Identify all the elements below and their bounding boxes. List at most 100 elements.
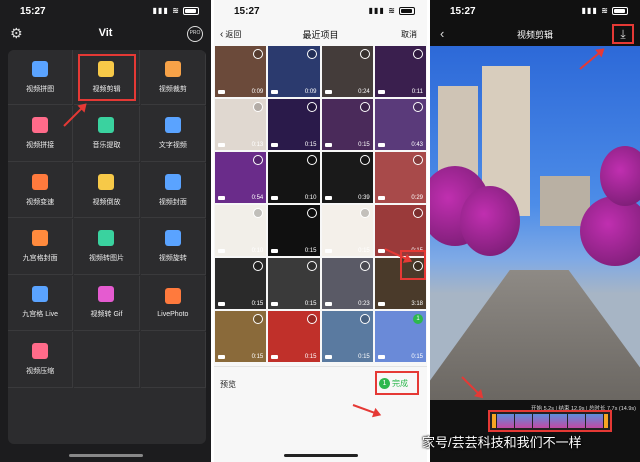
video-preview[interactable] xyxy=(430,46,640,400)
video-camera-icon xyxy=(271,355,279,359)
video-camera-icon xyxy=(218,355,225,359)
photo-thumbnail[interactable]: 0:09 xyxy=(215,46,267,97)
video-duration: 0:15 xyxy=(411,248,423,254)
tool-tile[interactable]: 音乐提取 xyxy=(74,106,140,162)
tool-label: 视频剪辑 xyxy=(92,85,121,93)
video-duration: 0:15 xyxy=(251,354,264,360)
tool-tile[interactable]: 视频裁剪 xyxy=(140,50,206,106)
photo-thumbnail[interactable]: 0:39 xyxy=(321,152,373,203)
select-circle-icon[interactable] xyxy=(413,314,423,324)
select-circle-icon[interactable] xyxy=(359,102,370,112)
photo-thumbnail[interactable]: 0:15 xyxy=(268,205,320,256)
photo-thumbnail[interactable]: 0:15 xyxy=(268,99,320,150)
select-circle-icon[interactable] xyxy=(413,261,423,271)
photo-thumbnail[interactable]: 0:10 xyxy=(268,152,320,203)
tool-tile[interactable]: 视频旋转 xyxy=(140,219,206,275)
select-circle-icon[interactable] xyxy=(253,102,264,112)
status-icons: ▮▮▮ ≋ xyxy=(369,6,415,15)
select-circle-icon[interactable] xyxy=(359,49,370,59)
tool-tile[interactable]: 视频拼图 xyxy=(8,50,74,106)
tool-label: 九宫格 Live xyxy=(22,311,59,319)
cancel-button[interactable]: 取消 xyxy=(401,29,417,40)
select-circle-icon[interactable] xyxy=(253,208,264,218)
select-circle-icon[interactable] xyxy=(253,155,264,165)
tool-label: 视频封面 xyxy=(158,198,187,206)
select-circle-icon[interactable] xyxy=(306,49,317,59)
done-button[interactable]: 1 完成 xyxy=(375,371,419,395)
tool-tile[interactable]: 视频剪辑 xyxy=(74,50,140,106)
photo-thumbnail[interactable]: 0:29 xyxy=(374,152,426,203)
video-duration: 0:15 xyxy=(358,354,370,360)
tool-tile[interactable]: 视频倒放 xyxy=(74,162,140,219)
tool-tile[interactable]: 视频转 Gif xyxy=(74,275,140,332)
photo-thumbnail[interactable]: 0:15 xyxy=(321,205,373,256)
select-circle-icon[interactable] xyxy=(253,49,264,59)
photo-thumbnail[interactable]: 0:15 xyxy=(321,99,373,150)
tool-label: LivePhoto xyxy=(157,310,189,318)
tool-tile[interactable]: 文字视频 xyxy=(140,106,206,162)
trim-end-handle[interactable] xyxy=(603,414,608,428)
video-duration: 0:15 xyxy=(304,248,317,254)
video-camera-icon xyxy=(271,249,279,253)
download-icon[interactable]: ⤓ xyxy=(612,24,634,44)
tool-tile[interactable]: LivePhoto xyxy=(140,275,206,332)
photo-thumbnail[interactable]: 0:24 xyxy=(321,46,373,97)
photo-thumbnail[interactable]: 0:15 xyxy=(215,258,267,309)
select-circle-icon[interactable] xyxy=(359,208,370,218)
tool-tile[interactable]: 九宫格封面 xyxy=(8,219,74,275)
select-circle-icon[interactable] xyxy=(413,49,423,59)
photo-thumbnail[interactable]: 0:15 xyxy=(374,311,426,362)
tool-label: 视频拼图 xyxy=(26,85,55,93)
tool-label: 视频旋转 xyxy=(158,254,187,262)
select-circle-icon[interactable] xyxy=(306,102,317,112)
video-duration: 0:29 xyxy=(411,195,423,201)
photo-thumbnail[interactable]: 0:43 xyxy=(374,99,426,150)
tool-tile[interactable]: 视频变速 xyxy=(8,162,74,219)
trim-start-handle[interactable] xyxy=(492,414,496,428)
select-circle-icon[interactable] xyxy=(359,155,370,165)
photo-thumbnail[interactable]: 0:15 xyxy=(268,258,320,309)
photo-thumbnail[interactable]: 0:54 xyxy=(215,152,267,203)
photo-thumbnail[interactable]: 0:23 xyxy=(321,258,373,309)
tool-label: 视频转图片 xyxy=(88,254,124,262)
select-circle-icon[interactable] xyxy=(359,314,370,324)
empty-tile xyxy=(74,332,140,388)
photo-thumbnail[interactable]: 0:13 xyxy=(215,99,267,150)
timeline-frame xyxy=(586,414,603,428)
select-circle-icon[interactable] xyxy=(306,155,317,165)
select-circle-icon[interactable] xyxy=(253,261,264,271)
select-circle-icon[interactable] xyxy=(306,261,317,271)
tool-tile[interactable]: 视频转图片 xyxy=(74,219,140,275)
video-duration: 0:15 xyxy=(304,354,317,360)
preview-button[interactable]: 预览 xyxy=(220,379,236,390)
tool-tile[interactable]: 视频拼接 xyxy=(8,106,74,162)
tool-tile[interactable]: 视频封面 xyxy=(140,162,206,219)
select-circle-icon[interactable] xyxy=(413,155,423,165)
video-camera-icon xyxy=(271,196,279,200)
video-duration: 0:23 xyxy=(358,301,370,307)
tool-tile[interactable]: 视频压缩 xyxy=(8,332,74,388)
tool-tile[interactable]: 九宫格 Live xyxy=(8,275,74,332)
pro-badge-icon[interactable]: PRO xyxy=(187,26,203,42)
photo-thumbnail[interactable]: 0:15 xyxy=(268,311,320,362)
select-circle-icon[interactable] xyxy=(306,314,317,324)
photo-thumbnail[interactable]: 0:15 xyxy=(321,311,373,362)
photo-thumbnail[interactable]: 0:09 xyxy=(268,46,320,97)
timeline-strip[interactable] xyxy=(488,410,612,432)
tool-label: 视频拼接 xyxy=(26,142,55,150)
select-circle-icon[interactable] xyxy=(253,314,264,324)
photo-thumbnail[interactable]: 0:10 xyxy=(215,205,267,256)
tool-label: 视频转 Gif xyxy=(90,311,123,319)
photo-thumbnail[interactable]: 3:18 xyxy=(374,258,426,309)
timeline-frame xyxy=(568,414,586,428)
grid-icon xyxy=(32,229,49,246)
photo-thumbnail[interactable]: 0:11 xyxy=(374,46,426,97)
select-circle-icon[interactable] xyxy=(413,208,423,218)
select-circle-icon[interactable] xyxy=(359,261,370,271)
selected-count-badge: 1 xyxy=(379,378,390,390)
select-circle-icon[interactable] xyxy=(306,208,317,218)
photo-thumbnail[interactable]: 0:15 xyxy=(374,205,426,256)
video-camera-icon xyxy=(377,143,385,147)
select-circle-icon[interactable] xyxy=(413,102,423,112)
photo-thumbnail[interactable]: 0:15 xyxy=(215,311,267,362)
